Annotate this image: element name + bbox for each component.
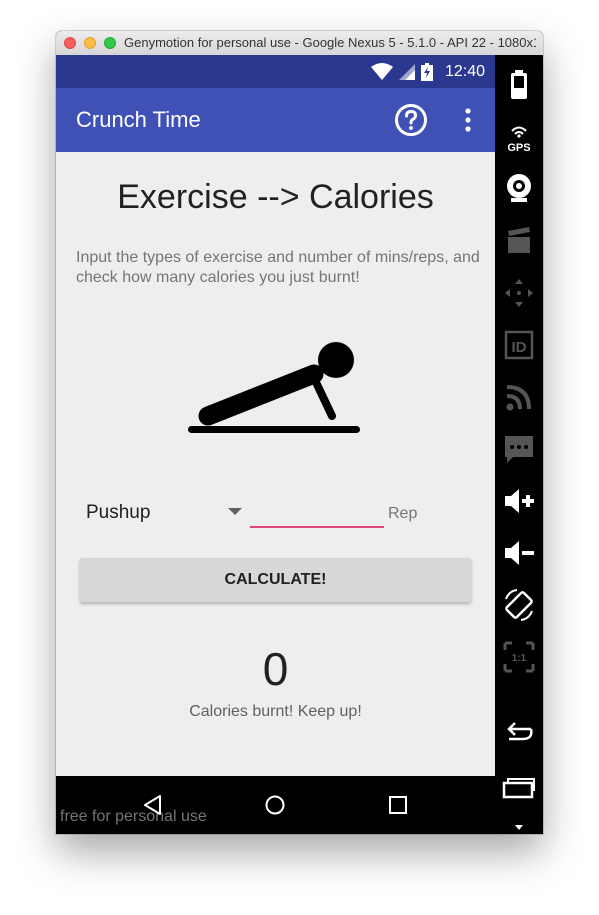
identifier-icon[interactable]: ID <box>501 327 537 363</box>
window-titlebar: Genymotion for personal use - Google Nex… <box>56 31 543 56</box>
emulator-window: Genymotion for personal use - Google Nex… <box>56 31 543 834</box>
battery-icon[interactable] <box>501 67 537 103</box>
exercise-type-value: Pushup <box>86 502 151 523</box>
watermark-text: free for personal use <box>60 808 207 825</box>
calories-result-label: Calories burnt! Keep up! <box>189 703 362 720</box>
calculate-button[interactable]: CALCULATE! <box>80 558 471 602</box>
main-content: Exercise --> Calories Input the types of… <box>56 152 495 776</box>
volume-up-icon[interactable] <box>501 483 537 519</box>
dropdown-arrow-icon <box>228 508 242 515</box>
cast-icon[interactable] <box>501 379 537 415</box>
description-text: Input the types of exercise and number o… <box>76 249 480 286</box>
wifi-icon <box>370 62 393 80</box>
more-icon[interactable] <box>501 803 537 834</box>
emulator-toolbar: GPS ID 1:1 <box>495 55 543 834</box>
window-title: Genymotion for personal use - Google Nex… <box>124 35 536 50</box>
dpad-icon[interactable] <box>501 275 537 311</box>
id-label: ID <box>512 339 527 356</box>
calories-result: 0 <box>262 643 289 695</box>
more-vert-icon[interactable] <box>456 105 480 135</box>
webcam-icon[interactable] <box>501 171 537 207</box>
status-bar: 12:40 <box>56 55 495 88</box>
scale-label: 1:1 <box>512 653 527 664</box>
recent-apps-icon[interactable] <box>501 767 537 803</box>
close-window-button[interactable] <box>64 37 76 49</box>
maximize-window-button[interactable] <box>104 37 116 49</box>
pushup-icon <box>188 342 360 433</box>
minimize-window-button[interactable] <box>84 37 96 49</box>
amount-input[interactable] <box>250 490 384 528</box>
exercise-type-select[interactable]: Pushup <box>76 492 248 532</box>
volume-down-icon[interactable] <box>501 535 537 571</box>
page-heading: Exercise --> Calories <box>117 178 434 216</box>
unit-label: Rep <box>388 505 418 522</box>
app-title: Crunch Time <box>76 107 201 132</box>
status-clock: 12:40 <box>444 62 485 80</box>
cell-signal-icon <box>398 63 415 80</box>
battery-charging-icon <box>420 62 433 81</box>
nav-home-icon[interactable] <box>264 794 286 816</box>
help-circle-icon[interactable] <box>394 103 428 137</box>
back-icon[interactable] <box>501 715 537 751</box>
nav-recent-icon[interactable] <box>388 795 408 815</box>
sms-icon[interactable] <box>501 431 537 467</box>
rotate-icon[interactable] <box>501 587 537 623</box>
capture-icon[interactable] <box>501 223 537 259</box>
gps-label: GPS <box>507 142 530 154</box>
device-screen: 12:40 Crunch Time Exercise --> Calories … <box>56 55 495 834</box>
pixel-perfect-icon[interactable]: 1:1 <box>501 639 537 675</box>
app-bar: Crunch Time <box>56 88 495 152</box>
gps-icon[interactable]: GPS <box>501 119 537 155</box>
